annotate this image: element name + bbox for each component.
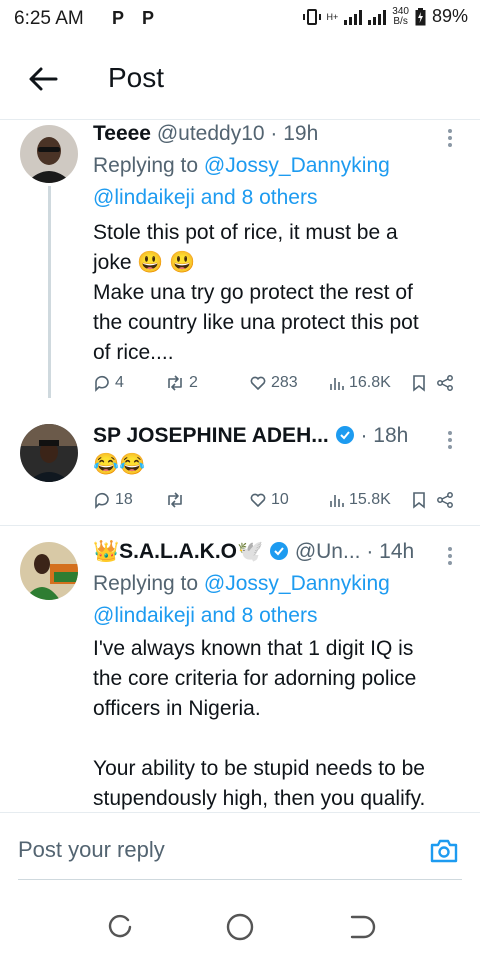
share-icon[interactable] (436, 491, 454, 509)
author-name[interactable]: SP JOSEPHINE ADEH... (93, 424, 329, 447)
notification-icon: P (112, 8, 125, 28)
mention-link[interactable]: @Jossy_Dannyking (204, 572, 390, 595)
action-bar: 4 2 283 16.8K (93, 374, 454, 396)
battery-icon (415, 7, 426, 25)
reply-post[interactable]: SP JOSEPHINE ADEH... · 18h 😂😂 18 10 15.8… (0, 404, 480, 524)
like-button[interactable]: 283 (249, 374, 298, 392)
reply-icon (95, 492, 109, 509)
views-icon (330, 495, 344, 507)
status-bar: 6:25 AM P P H+ 340 B/s 89% (0, 0, 480, 40)
verified-badge-icon (269, 542, 288, 560)
back-arrow-icon[interactable] (26, 62, 60, 96)
notification-icon: P (142, 8, 155, 28)
others-link[interactable]: @lindaikeji and 8 others (93, 604, 317, 627)
action-bar: 18 10 15.8K (93, 491, 454, 513)
views-icon (330, 378, 344, 390)
recent-apps-icon[interactable] (104, 911, 136, 943)
signal-icon (344, 9, 363, 25)
heart-icon (250, 376, 266, 390)
author-handle[interactable]: @uteddy10 (157, 122, 265, 145)
repost-button[interactable]: 2 (165, 374, 198, 392)
avatar[interactable] (20, 424, 78, 482)
battery-level: 89% (431, 6, 468, 26)
like-button[interactable]: 10 (249, 491, 289, 509)
reply-post[interactable]: 👑S.A.L.A.K.O🕊️ @Un... · 14h Replying to … (0, 526, 480, 812)
replying-to: Replying to @Jossy_Dannyking @lindaikeji… (93, 154, 390, 209)
author-handle[interactable]: @Un... (295, 540, 361, 563)
verified-badge-icon (335, 426, 354, 444)
reply-underline (18, 879, 462, 880)
replying-to: Replying to @Jossy_Dannyking @lindaikeji… (93, 572, 390, 627)
reply-input[interactable]: Post your reply (18, 837, 165, 863)
more-options-icon[interactable] (448, 126, 454, 150)
page-title: Post (108, 62, 165, 93)
network-type: H+ (326, 11, 339, 22)
bookmark-icon[interactable] (411, 374, 427, 392)
post-meta: SP JOSEPHINE ADEH... · 18h (93, 424, 409, 447)
home-icon[interactable] (224, 911, 256, 943)
post-meta: 👑S.A.L.A.K.O🕊️ @Un... · 14h (93, 540, 415, 563)
reply-bar: Post your reply (0, 812, 480, 893)
author-name[interactable]: Teeee (93, 122, 151, 145)
reply-button[interactable]: 4 (93, 374, 124, 392)
post-time: 19h (283, 122, 319, 145)
signal-icon (368, 9, 387, 25)
status-time: 6:25 AM (14, 8, 84, 29)
author-name[interactable]: 👑S.A.L.A.K.O🕊️ (93, 540, 263, 563)
views-button[interactable]: 16.8K (329, 374, 391, 392)
post-text: 😂😂 (93, 453, 146, 476)
more-options-icon[interactable] (448, 544, 454, 568)
status-right: H+ 340 B/s 89% (302, 5, 468, 27)
reply-post[interactable]: Teeee @uteddy10 · 19h Replying to @Jossy… (0, 120, 480, 404)
header: Post (0, 50, 480, 110)
camera-icon[interactable] (428, 835, 460, 867)
bookmark-icon[interactable] (411, 491, 427, 509)
thread-line (48, 186, 51, 398)
repost-button[interactable] (165, 491, 189, 509)
repost-icon (168, 375, 182, 391)
avatar[interactable] (20, 125, 78, 183)
vibrate-icon (302, 8, 321, 25)
mention-link[interactable]: @Jossy_Dannyking (204, 154, 390, 177)
system-nav-bar (0, 893, 480, 960)
reply-button[interactable]: 18 (93, 491, 133, 509)
net-speed: 340 B/s (392, 5, 409, 27)
share-icon[interactable] (436, 374, 454, 392)
reply-icon (95, 375, 109, 392)
post-text: I've always known that 1 digit IQ is the… (93, 637, 426, 810)
more-options-icon[interactable] (448, 428, 454, 452)
avatar[interactable] (20, 542, 78, 600)
post-time: 14h (379, 540, 415, 563)
post-meta: Teeee @uteddy10 · 19h (93, 122, 319, 145)
heart-icon (250, 493, 266, 507)
repost-icon (168, 492, 182, 508)
post-text: Stole this pot of rice, it must be a jok… (93, 221, 419, 364)
post-time: 18h (373, 424, 409, 447)
views-button[interactable]: 15.8K (329, 491, 391, 509)
others-link[interactable]: @lindaikeji and 8 others (93, 186, 317, 209)
back-nav-icon[interactable] (344, 911, 376, 943)
